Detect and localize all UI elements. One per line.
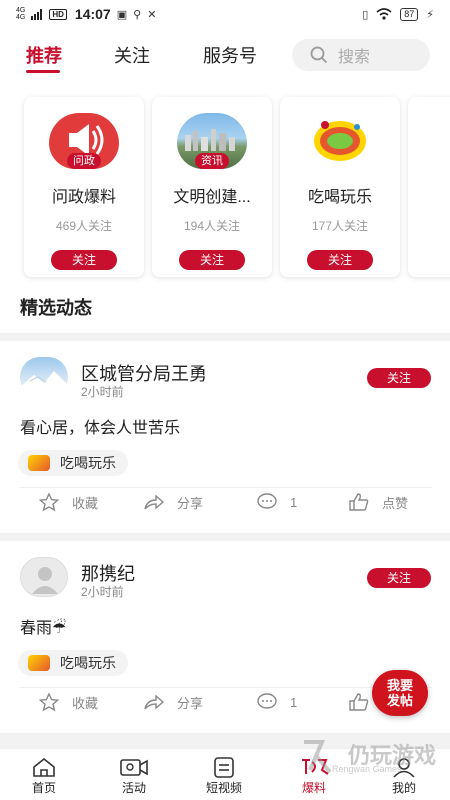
post-content[interactable]: 看心居，体会人世苦乐 <box>20 414 180 438</box>
tab-following[interactable]: 关注 <box>114 42 150 68</box>
service-account-carousel[interactable]: 问政 问政爆料 469人关注 关注 资讯 文明创建... 194人关注 关注 吃… <box>0 97 450 277</box>
top-nav: 推荐 关注 服务号 搜索 <box>0 36 450 76</box>
feed-post[interactable]: 区城管分局王勇 2小时前 关注 看心居，体会人世苦乐 吃喝玩乐 收藏 分享 1 … <box>0 341 450 531</box>
star-icon <box>38 492 60 512</box>
collect-button[interactable]: 收藏 <box>38 492 98 512</box>
topic-chip[interactable]: 吃喝玩乐 <box>18 450 128 476</box>
hd-badge: HD <box>49 8 67 20</box>
nav-report-label: 爆料 <box>301 781 326 795</box>
service-card[interactable]: 问政 问政爆料 469人关注 关注 <box>24 97 144 277</box>
follow-button[interactable]: 关注 <box>307 250 373 270</box>
watermark-subtext: Rengwan Games <box>332 764 402 774</box>
post-actions: 收藏 分享 1 点赞 <box>0 492 450 522</box>
service-card[interactable]: 资讯 文明创建... 194人关注 关注 <box>152 97 272 277</box>
video-camera-icon <box>120 759 148 776</box>
card-name: 问政爆料 <box>51 189 116 206</box>
battery-indicator: 87 <box>400 7 419 21</box>
divider <box>20 687 432 688</box>
default-avatar-icon[interactable] <box>20 557 68 597</box>
search-input[interactable]: 搜索 <box>292 39 430 71</box>
vibrate-icon: ▯ <box>362 8 369 21</box>
search-icon <box>310 46 328 64</box>
fab-line1: 我要 <box>386 678 413 693</box>
like-button[interactable]: 点赞 <box>348 492 408 512</box>
share-label: 分享 <box>177 695 204 711</box>
card-fans-count: 177人关注 <box>311 219 369 233</box>
share-icon <box>144 494 165 510</box>
follow-button[interactable]: 关注 <box>179 250 245 270</box>
share-button[interactable]: 分享 <box>143 492 203 512</box>
card-name: 吃喝玩乐 <box>307 189 372 206</box>
active-tab-indicator <box>26 70 60 73</box>
share-label: 分享 <box>177 495 204 511</box>
collect-label: 收藏 <box>72 495 99 511</box>
nav-activity-label: 活动 <box>121 781 146 795</box>
status-bar: 4G 4G HD 14:07 ▣ ⚲ ✕ ▯ 87 ⚡ <box>0 0 450 28</box>
thumbs-up-icon <box>349 693 369 711</box>
topic-label: 吃喝玩乐 <box>60 655 116 671</box>
divider <box>20 487 432 488</box>
card-badge: 问政 <box>67 153 101 169</box>
tab-recommend[interactable]: 推荐 <box>26 42 62 68</box>
nav-short-video-label: 短视频 <box>205 781 242 795</box>
notification-icon: ▣ <box>116 8 128 21</box>
thumbs-up-icon <box>349 493 369 511</box>
like-label: 点赞 <box>382 495 409 511</box>
nav-short-video[interactable]: 短视频 <box>194 755 254 796</box>
nav-home-label: 首页 <box>31 781 56 795</box>
nav-profile-label: 我的 <box>391 781 416 795</box>
avatar[interactable] <box>20 357 68 397</box>
topic-label: 吃喝玩乐 <box>60 455 116 471</box>
section-divider <box>0 333 450 341</box>
post-time: 2小时前 <box>81 385 124 399</box>
comment-icon <box>257 693 277 709</box>
wifi-icon <box>376 8 392 20</box>
fab-line2: 发帖 <box>386 693 413 708</box>
follow-button[interactable]: 关注 <box>367 568 431 588</box>
service-card[interactable]: 吃喝玩乐 177人关注 关注 <box>280 97 400 277</box>
post-divider <box>0 533 450 541</box>
comment-count: 1 <box>290 494 298 510</box>
tab-service-accounts[interactable]: 服务号 <box>203 42 257 68</box>
signal-icon: 4G 4G <box>16 7 26 21</box>
star-icon <box>38 692 60 712</box>
topic-logo-icon <box>28 655 50 671</box>
comment-count: 1 <box>290 694 298 710</box>
comment-button[interactable]: 1 <box>256 492 297 512</box>
section-title: 精选动态 <box>20 298 92 318</box>
share-button[interactable]: 分享 <box>143 692 203 712</box>
comment-icon <box>257 493 277 509</box>
follow-button[interactable]: 关注 <box>51 250 117 270</box>
short-video-icon <box>214 757 234 778</box>
topic-chip[interactable]: 吃喝玩乐 <box>18 650 128 676</box>
card-fans-count: 469人关注 <box>55 219 113 233</box>
card-name: 文明创建... <box>173 189 251 206</box>
nav-home[interactable]: 首页 <box>14 755 74 796</box>
comment-button[interactable]: 1 <box>256 692 297 712</box>
post-content[interactable]: 春雨☔ <box>20 614 66 638</box>
collect-label: 收藏 <box>72 695 99 711</box>
like-button[interactable] <box>348 692 370 712</box>
follow-button[interactable]: 关注 <box>367 368 431 388</box>
share-icon <box>144 694 165 710</box>
home-icon <box>33 757 55 777</box>
food-fun-logo-icon <box>305 113 375 169</box>
nav-activity[interactable]: 活动 <box>104 755 164 796</box>
card-fans-count: 194人关注 <box>183 219 241 233</box>
post-time: 2小时前 <box>81 585 124 599</box>
collect-button[interactable]: 收藏 <box>38 692 98 712</box>
tools-icon: ✕ <box>147 8 157 21</box>
watermark: 仍玩游戏 Rengwan Games <box>300 736 450 776</box>
signal-bars-icon <box>31 8 43 20</box>
service-card-partial[interactable] <box>408 97 450 277</box>
create-post-button[interactable]: 我要 发帖 <box>372 670 428 716</box>
status-time: 14:07 <box>74 6 111 22</box>
search-placeholder: 搜索 <box>338 49 371 66</box>
card-badge: 资讯 <box>195 153 229 169</box>
charging-icon: ⚡ <box>426 8 434 21</box>
topic-logo-icon <box>28 455 50 471</box>
usb-icon: ⚲ <box>133 8 142 21</box>
